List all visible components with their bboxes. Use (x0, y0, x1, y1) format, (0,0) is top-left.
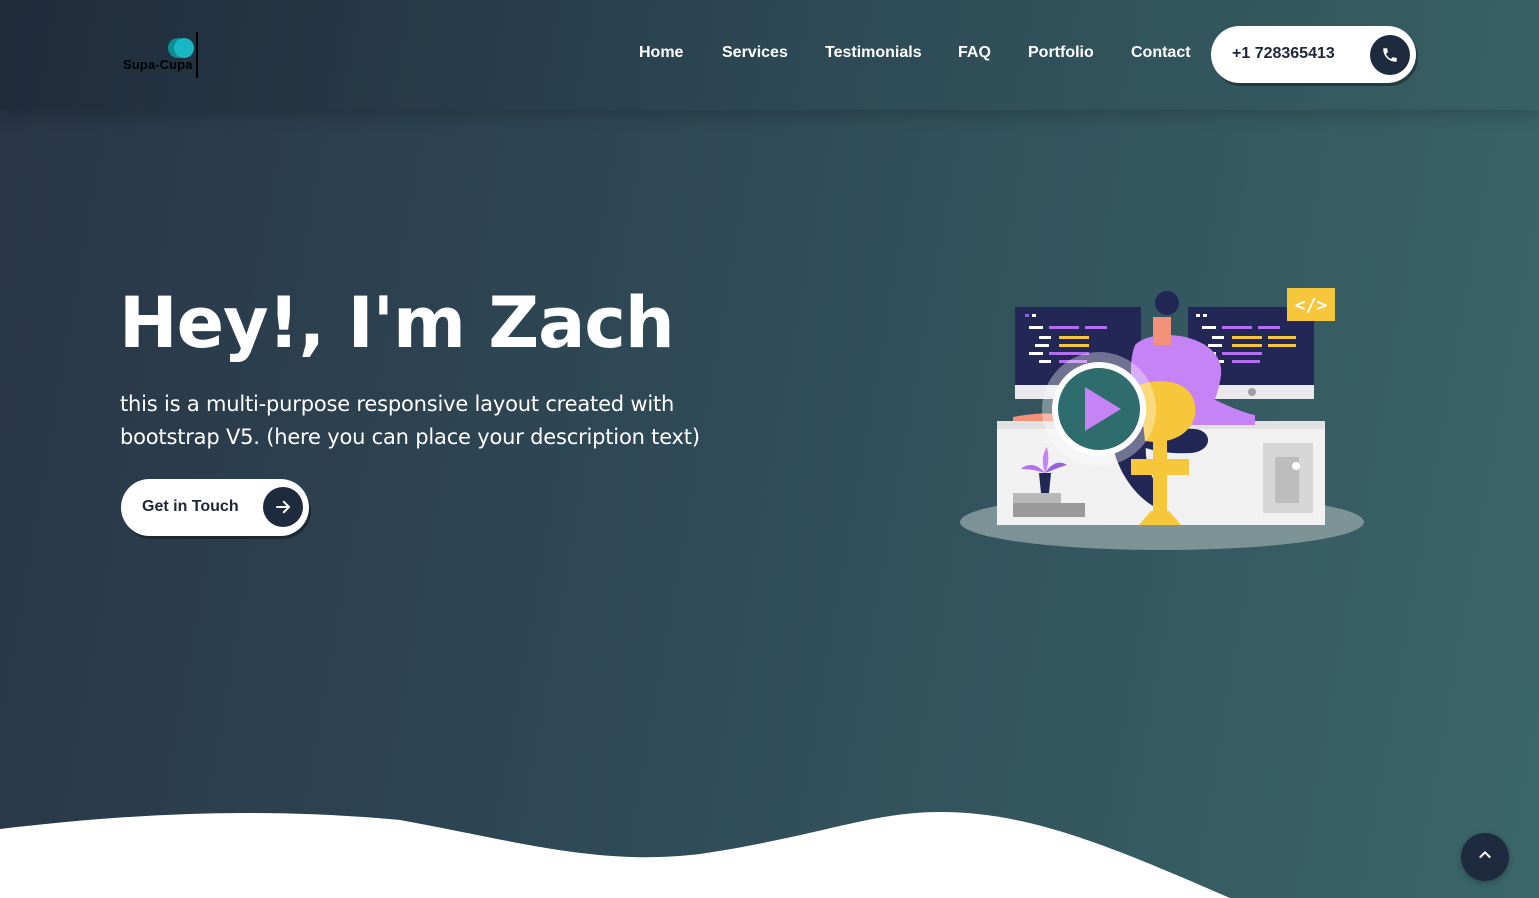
developer-illustration: </> (960, 288, 1364, 550)
arrow-right-icon (263, 487, 303, 527)
logo-mark-icon (168, 38, 194, 58)
logo[interactable]: Supa-Cupa (122, 30, 202, 80)
chevron-up-icon (1477, 847, 1493, 867)
navbar: Supa-Cupa Home Services Testimonials FAQ… (0, 0, 1539, 110)
phone-icon (1370, 35, 1410, 75)
hero-description: this is a multi-purpose responsive layou… (120, 392, 700, 449)
phone-number: +1 728365413 (1232, 45, 1335, 62)
get-in-touch-label: Get in Touch (142, 498, 239, 515)
logo-text: Supa-Cupa (123, 57, 193, 72)
hero-wave-divider (0, 812, 1230, 898)
nav-link-services[interactable]: Services (722, 44, 788, 62)
nav-link-contact[interactable]: Contact (1131, 44, 1191, 62)
logo-divider (196, 32, 198, 78)
scroll-to-top-button[interactable] (1461, 833, 1509, 881)
hero-title: Hey!, I'm Zach (119, 282, 675, 364)
nav-link-faq[interactable]: FAQ (958, 44, 991, 62)
code-badge: </> (1295, 295, 1328, 316)
nav-link-portfolio[interactable]: Portfolio (1028, 44, 1094, 62)
nav-link-testimonials[interactable]: Testimonials (825, 44, 922, 62)
play-icon[interactable] (1041, 351, 1157, 467)
phone-button[interactable]: +1 728365413 (1211, 26, 1416, 83)
get-in-touch-button[interactable]: Get in Touch (121, 479, 309, 536)
nav-link-home[interactable]: Home (639, 44, 683, 62)
